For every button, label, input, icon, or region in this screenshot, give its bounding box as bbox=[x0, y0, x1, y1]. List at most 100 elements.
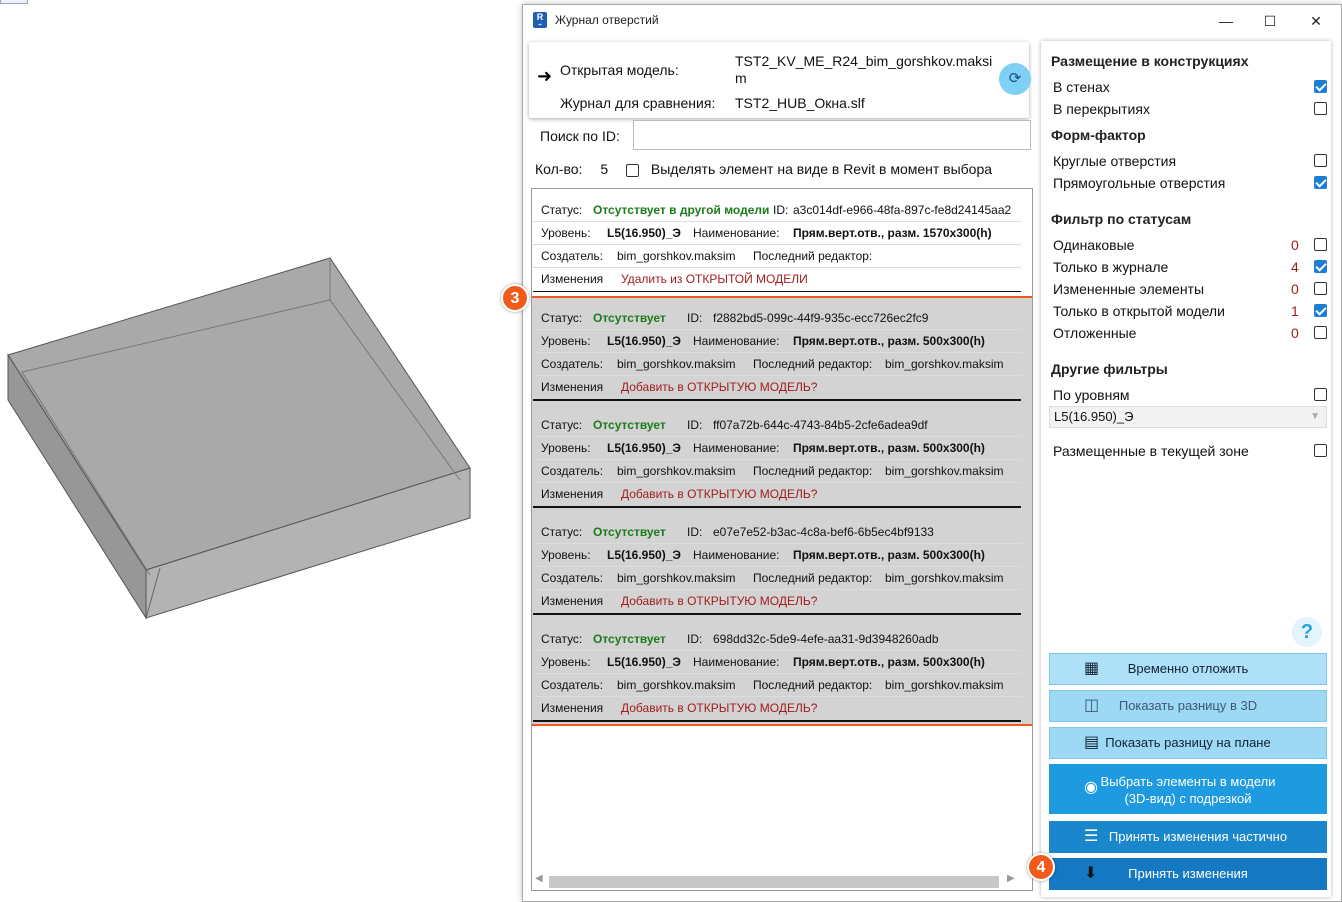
in-zone-label: Размещенные в текущей зоне bbox=[1053, 443, 1249, 459]
list-item[interactable]: Статус: Отсутствует ID: 698dd32c-5de9-4efe-… bbox=[533, 628, 1021, 722]
changes-value: Добавить в ОТКРЫТУЮ МОДЕЛЬ? bbox=[621, 594, 818, 608]
name-label: Наименование: bbox=[693, 441, 780, 455]
open-model-label: Открытая модель: bbox=[560, 62, 679, 78]
postpone-button[interactable]: ▦ Временно отложить bbox=[1049, 653, 1327, 685]
list-item[interactable]: Статус: Отсутствует ID: ff07a72b-644c-4743-… bbox=[533, 414, 1021, 508]
rect-checkbox[interactable] bbox=[1314, 176, 1327, 189]
status-open-model-only-label: Только в открытой модели bbox=[1053, 303, 1225, 319]
entry-row: Статус: Отсутствует ID: e07e7e52-b3ac-4c8a-… bbox=[533, 521, 1021, 544]
status-journal-only-label: Только в журнале bbox=[1053, 259, 1169, 275]
name-label: Наименование: bbox=[693, 548, 780, 562]
status-postponed-checkbox[interactable] bbox=[1314, 326, 1327, 339]
by-levels-label: По уровням bbox=[1053, 387, 1130, 403]
status-changed-count: 0 bbox=[1291, 281, 1299, 297]
list-item[interactable]: Статус: Отсутствует ID: e07e7e52-b3ac-4c8a-… bbox=[533, 521, 1021, 615]
count-label: Кол-во: bbox=[535, 161, 583, 177]
changes-value: Добавить в ОТКРЫТУЮ МОДЕЛЬ? bbox=[621, 380, 818, 394]
entry-row: Изменения Добавить в ОТКРЫТУЮ МОДЕЛЬ? bbox=[533, 483, 1021, 506]
calculator-icon: ▦ bbox=[1084, 660, 1100, 677]
revit-3d-viewport[interactable] bbox=[0, 0, 522, 902]
entry-row: Создатель: bim_gorshkov.maksim Последний р… bbox=[533, 245, 1021, 268]
accept-partial-button[interactable]: ☰ Принять изменения частично bbox=[1049, 821, 1327, 853]
id-value: f2882bd5-099c-44f9-935c-ecc726ec2fc9 bbox=[713, 311, 929, 325]
level-value: L5(16.950)_Э bbox=[607, 226, 681, 240]
name-label: Наименование: bbox=[693, 334, 780, 348]
plan-search-icon: ▤ bbox=[1084, 734, 1100, 751]
id-value: a3c014df-e966-48fa-897c-fe8d24145aa2 bbox=[793, 203, 1012, 217]
help-icon[interactable]: ? bbox=[1292, 617, 1322, 647]
status-value: Отсутствует bbox=[593, 311, 666, 325]
changes-value: Добавить в ОТКРЫТУЮ МОДЕЛЬ? bbox=[621, 487, 818, 501]
level-select[interactable]: L5(16.950)_Э ▼ bbox=[1049, 406, 1327, 428]
horizontal-scrollbar[interactable]: ◀ ▶ bbox=[533, 873, 1023, 889]
status-journal-only-checkbox[interactable] bbox=[1314, 260, 1327, 273]
count-value: 5 bbox=[600, 161, 609, 177]
entry-row: Статус: Отсутствует в другой модели ID: a3c… bbox=[533, 199, 1021, 222]
status-value: Отсутствует bbox=[593, 632, 666, 646]
maximize-button[interactable]: ☐ bbox=[1247, 5, 1293, 37]
accept-changes-button[interactable]: ⬇ Принять изменения bbox=[1049, 858, 1327, 890]
in-floors-label: В перекрытиях bbox=[1053, 101, 1150, 117]
editor-label: Последний редактор: bbox=[753, 357, 873, 371]
level-value: L5(16.950)_Э bbox=[607, 334, 681, 348]
entry-row: Статус: Отсутствует ID: ff07a72b-644c-4743-… bbox=[533, 414, 1021, 437]
status-changed-checkbox[interactable] bbox=[1314, 282, 1327, 295]
scroll-right-icon[interactable]: ▶ bbox=[1007, 873, 1015, 884]
list-icon: ☰ bbox=[1084, 828, 1099, 845]
select-in-model-3d-button[interactable]: ◉ Выбрать элементы в модели (3D-вид) с п… bbox=[1049, 764, 1327, 814]
title-bar[interactable]: R ▪▪ Журнал отверстий — ☐ ✕ bbox=[523, 5, 1341, 37]
level-label: Уровень: bbox=[541, 334, 591, 348]
highlight-in-revit-checkbox[interactable] bbox=[626, 163, 639, 177]
close-button[interactable]: ✕ bbox=[1293, 5, 1339, 37]
round-label: Круглые отверстия bbox=[1053, 153, 1177, 169]
openings-journal-window: R ▪▪ Журнал отверстий — ☐ ✕ ➜ Открытая мо… bbox=[501, 4, 1342, 902]
minimize-button[interactable]: — bbox=[1203, 5, 1249, 37]
creator-label: Создатель: bbox=[541, 249, 604, 263]
3d-icon: ◉ bbox=[1084, 779, 1098, 796]
search-id-input[interactable] bbox=[633, 120, 1031, 150]
compare-journal-label: Журнал для сравнения: bbox=[560, 95, 716, 111]
id-label: ID: bbox=[687, 525, 703, 539]
id-value: e07e7e52-b3ac-4c8a-bef6-6b5ec4bf9133 bbox=[713, 525, 934, 539]
status-label: Статус: bbox=[541, 632, 583, 646]
in-walls-checkbox[interactable] bbox=[1314, 80, 1327, 93]
name-value: Прям.верт.отв., разм. 500x300(h) bbox=[793, 441, 985, 455]
entry-row: Уровень: L5(16.950)_Э Наименование: Прям.ве… bbox=[533, 330, 1021, 353]
scroll-left-icon[interactable]: ◀ bbox=[535, 873, 543, 884]
in-zone-checkbox[interactable] bbox=[1314, 444, 1327, 457]
compare-journal-value: TST2_HUB_Окна.slf bbox=[735, 95, 865, 111]
level-value: L5(16.950)_Э bbox=[607, 441, 681, 455]
by-levels-checkbox[interactable] bbox=[1314, 388, 1327, 401]
id-label: ID: bbox=[687, 632, 703, 646]
refresh-icon[interactable]: ⟳ bbox=[999, 63, 1031, 95]
status-same-checkbox[interactable] bbox=[1314, 238, 1327, 251]
entry-separator bbox=[533, 399, 1021, 401]
level-label: Уровень: bbox=[541, 655, 591, 669]
name-label: Наименование: bbox=[693, 655, 780, 669]
editor-label: Последний редактор: bbox=[753, 678, 873, 692]
status-value: Отсутствует bbox=[593, 525, 666, 539]
cube-icon: ◫ bbox=[1084, 697, 1100, 714]
form-factor-title: Форм-фактор bbox=[1051, 127, 1146, 143]
list-item[interactable]: Статус: Отсутствует в другой модели ID: a3c… bbox=[533, 199, 1021, 292]
entry-separator bbox=[533, 506, 1021, 508]
status-label: Статус: bbox=[541, 418, 583, 432]
show-diff-3d-button[interactable]: ◫ Показать разницу в 3D bbox=[1049, 690, 1327, 722]
entry-row: Создатель: bim_gorshkov.maksim Последний р… bbox=[533, 353, 1021, 376]
creator-label: Создатель: bbox=[541, 571, 604, 585]
round-checkbox[interactable] bbox=[1314, 154, 1327, 167]
scrollbar-thumb[interactable] bbox=[549, 876, 999, 888]
in-floors-checkbox[interactable] bbox=[1314, 102, 1327, 115]
entry-row: Создатель: bim_gorshkov.maksim Последний р… bbox=[533, 674, 1021, 697]
status-same-label: Одинаковые bbox=[1053, 237, 1135, 253]
entry-row: Изменения Добавить в ОТКРЫТУЮ МОДЕЛЬ? bbox=[533, 590, 1021, 613]
status-value: Отсутствует bbox=[593, 418, 666, 432]
download-icon: ⬇ bbox=[1084, 865, 1098, 882]
show-diff-plan-button[interactable]: ▤ Показать разницу на плане bbox=[1049, 727, 1327, 759]
status-open-model-only-checkbox[interactable] bbox=[1314, 304, 1327, 317]
changes-label: Изменения bbox=[541, 380, 604, 394]
status-label: Статус: bbox=[541, 203, 583, 217]
list-item[interactable]: Статус: Отсутствует ID: f2882bd5-099c-44f9-… bbox=[533, 307, 1021, 401]
creator-label: Создатель: bbox=[541, 464, 604, 478]
creator-value: bim_gorshkov.maksim bbox=[617, 678, 736, 692]
